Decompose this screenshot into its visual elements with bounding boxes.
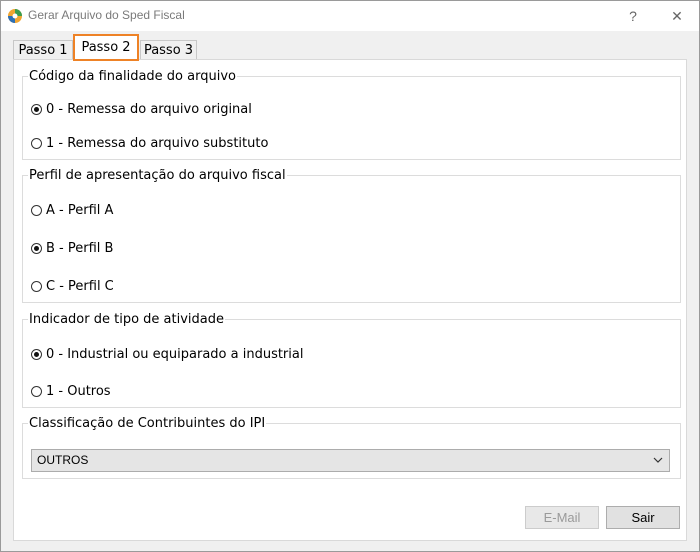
radio-finalidade-original[interactable]: 0 - Remessa do arquivo original	[31, 100, 252, 118]
radio-atividade-outros[interactable]: 1 - Outros	[31, 382, 111, 400]
radio-button[interactable]	[31, 280, 42, 292]
classificacao-legend: Classificação de Contribuintes do IPI	[29, 416, 266, 431]
radio-label: 0 - Remessa do arquivo original	[46, 101, 252, 117]
radio-label: A - Perfil A	[46, 202, 114, 218]
email-button[interactable]: E-Mail	[525, 506, 599, 529]
radio-button-checked[interactable]	[31, 103, 42, 115]
radio-button-checked[interactable]	[31, 242, 42, 254]
title-bar: Gerar Arquivo do Sped Fiscal ? ✕	[1, 1, 699, 31]
radio-perfil-c[interactable]: C - Perfil C	[31, 277, 114, 295]
radio-button[interactable]	[31, 137, 42, 149]
classificacao-select[interactable]: OUTROS	[31, 449, 670, 472]
app-logo-icon	[7, 8, 23, 24]
help-button[interactable]: ?	[611, 1, 655, 31]
tab-passo-1[interactable]: Passo 1	[13, 40, 73, 59]
finalidade-legend: Código da finalidade do arquivo	[29, 69, 236, 84]
tab-panel: Código da finalidade do arquivo 0 - Reme…	[13, 59, 687, 541]
select-value: OUTROS	[37, 453, 89, 467]
finalidade-group: Código da finalidade do arquivo 0 - Reme…	[22, 69, 681, 160]
radio-label: 0 - Industrial ou equiparado a industria…	[46, 346, 304, 362]
dialog-window: Gerar Arquivo do Sped Fiscal ? ✕ Passo 1…	[0, 0, 700, 552]
tab-passo-3[interactable]: Passo 3	[140, 40, 197, 59]
radio-finalidade-substituto[interactable]: 1 - Remessa do arquivo substituto	[31, 134, 268, 152]
radio-label: B - Perfil B	[46, 240, 114, 256]
radio-atividade-industrial[interactable]: 0 - Industrial ou equiparado a industria…	[31, 345, 303, 363]
radio-perfil-a[interactable]: A - Perfil A	[31, 201, 113, 219]
classificacao-group: Classificação de Contribuintes do IPI OU…	[22, 416, 681, 479]
window-title: Gerar Arquivo do Sped Fiscal	[28, 8, 185, 22]
close-button[interactable]: ✕	[655, 1, 699, 31]
perfil-legend: Perfil de apresentação do arquivo fiscal	[29, 168, 286, 183]
radio-button-checked[interactable]	[31, 348, 42, 360]
chevron-down-icon	[653, 457, 663, 463]
radio-perfil-b[interactable]: B - Perfil B	[31, 239, 113, 257]
radio-label: 1 - Remessa do arquivo substituto	[46, 135, 269, 151]
exit-button[interactable]: Sair	[606, 506, 680, 529]
atividade-group: Indicador de tipo de atividade 0 - Indus…	[22, 312, 681, 408]
radio-label: 1 - Outros	[46, 383, 111, 399]
radio-label: C - Perfil C	[46, 278, 114, 294]
radio-button[interactable]	[31, 385, 42, 397]
perfil-group: Perfil de apresentação do arquivo fiscal…	[22, 168, 681, 303]
atividade-legend: Indicador de tipo de atividade	[29, 312, 224, 327]
radio-button[interactable]	[31, 204, 42, 216]
tab-passo-2[interactable]: Passo 2	[73, 34, 139, 61]
